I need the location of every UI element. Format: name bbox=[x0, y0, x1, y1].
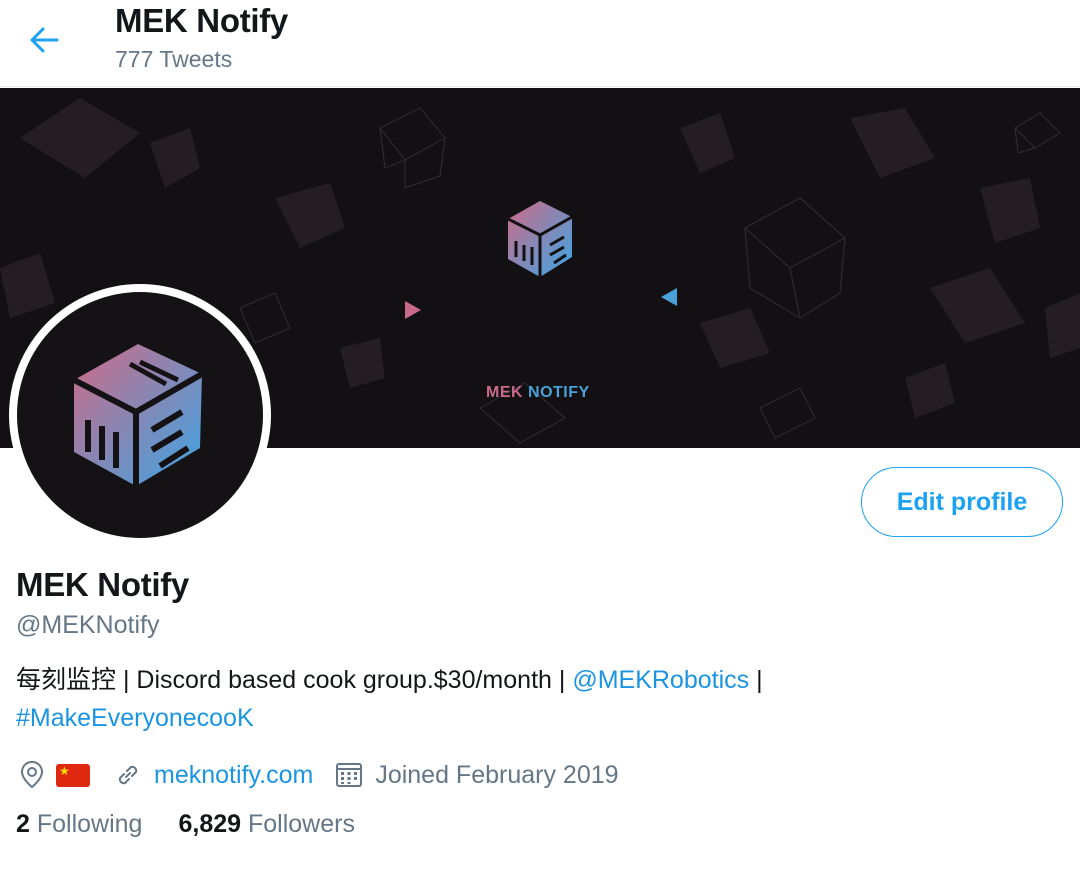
back-arrow-icon bbox=[30, 27, 59, 53]
bio-hashtag-link[interactable]: #MakeEveryonecooK bbox=[16, 704, 254, 732]
link-icon bbox=[114, 761, 142, 789]
following-link[interactable]: 2 Following bbox=[16, 810, 142, 839]
profile-meta-row: ★ meknotify.com Joined February 2019 bbox=[18, 756, 619, 794]
avatar-image bbox=[17, 292, 263, 538]
bio-mention-link[interactable]: @MEKRobotics bbox=[572, 666, 749, 694]
joined-date: Joined February 2019 bbox=[375, 760, 619, 789]
following-label: Following bbox=[36, 810, 143, 838]
header-display-name: MEK Notify bbox=[115, 2, 288, 39]
location-pin-icon bbox=[18, 760, 46, 790]
bio-separator: | bbox=[749, 666, 763, 694]
follow-stats: 2 Following 6,829 Followers bbox=[16, 810, 355, 839]
website-link[interactable]: meknotify.com bbox=[154, 761, 313, 790]
banner-wordmark-mek: MEK bbox=[486, 384, 524, 401]
profile-header-bar: MEK Notify 777 Tweets bbox=[0, 0, 1080, 87]
calendar-icon bbox=[335, 761, 363, 789]
back-button[interactable] bbox=[22, 20, 66, 60]
banner-wordmark-notify: NOTIFY bbox=[528, 384, 590, 401]
following-count: 2 bbox=[16, 810, 30, 838]
header-tweet-count: 777 Tweets bbox=[115, 46, 233, 72]
location-flag: ★ bbox=[56, 763, 90, 787]
profile-handle: @MEKNotify bbox=[16, 611, 160, 639]
followers-label: Followers bbox=[247, 810, 355, 838]
followers-count: 6,829 bbox=[178, 810, 242, 838]
profile-bio: 每刻监控 | Discord based cook group.$30/mont… bbox=[16, 661, 1056, 737]
profile-display-name: MEK Notify bbox=[16, 566, 189, 603]
followers-link[interactable]: 6,829 Followers bbox=[178, 810, 355, 839]
bio-text: 每刻监控 | Discord based cook group.$30/mont… bbox=[16, 666, 573, 694]
edit-profile-button[interactable]: Edit profile bbox=[861, 467, 1063, 537]
mek-logo-icon bbox=[72, 344, 204, 486]
profile-avatar[interactable] bbox=[9, 284, 271, 546]
banner-wordmark: MEK NOTIFY bbox=[486, 384, 590, 402]
